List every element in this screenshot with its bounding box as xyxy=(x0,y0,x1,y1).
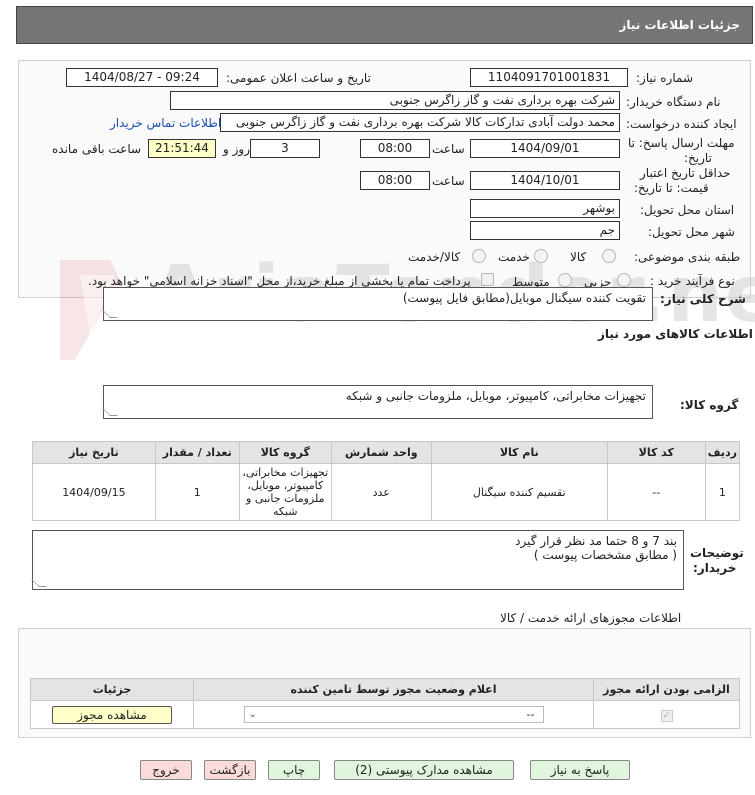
category-option-goods-service: کالا/خدمت xyxy=(408,250,461,264)
permits-table-header: الزامی بودن ارائه مجوز اعلام وضعیت مجوز … xyxy=(30,678,740,701)
permits-table-container: الزامی بودن ارائه مجوز اعلام وضعیت مجوز … xyxy=(30,678,740,729)
view-permit-button[interactable]: مشاهده مجوز xyxy=(52,705,172,724)
print-button[interactable]: چاپ xyxy=(268,760,320,780)
reply-button[interactable]: پاسخ به نیاز xyxy=(530,760,630,780)
cell-group: تجهیزات مخابراتی، کامپیوتر، موبایل، ملزو… xyxy=(238,463,332,521)
description-label: شرح کلی نیاز: xyxy=(660,292,746,306)
goods-group-label: گروه کالا: xyxy=(680,398,739,412)
buyer-notes-label-line2: خریدار: xyxy=(693,561,737,575)
buyer-notes-textarea: بند 7 و 8 حتما مد نظر قرار گیرد ( مطابق … xyxy=(31,530,684,590)
announce-date-label: تاریخ و ساعت اعلان عمومی: xyxy=(226,71,371,85)
province-label: استان محل تحویل: xyxy=(640,203,735,217)
category-label: طبقه بندی موضوعی: xyxy=(634,250,741,264)
resize-handle-icon[interactable] xyxy=(102,310,118,318)
buyer-notes-line-1: بند 7 و 8 حتما مد نظر قرار گیرد xyxy=(515,534,677,548)
items-table-container: ردیف کد کالا نام کالا واحد شمارش گروه کا… xyxy=(32,441,741,521)
col-name-header: نام کالا xyxy=(430,441,608,464)
table-row: ✓ -- ⌄ مشاهده مجوز xyxy=(30,700,740,729)
required-checkbox[interactable]: ✓ xyxy=(660,709,673,722)
days-remaining-field: 3 xyxy=(250,139,320,158)
col-group-header: گروه کالا xyxy=(238,441,332,464)
permits-section-title: اطلاعات مجوزهای ارائه خدمت / کالا xyxy=(500,611,682,625)
col-status-header: اعلام وضعیت مجوز توسط تامین کننده xyxy=(193,678,594,701)
view-attachments-button[interactable]: مشاهده مدارک پیوستی (2) xyxy=(334,760,514,780)
permit-status-value: -- xyxy=(526,708,535,721)
col-date-header: تاریخ نیاز xyxy=(32,441,156,464)
need-number-label: شماره نیاز: xyxy=(636,71,693,85)
cell-details: مشاهده مجوز xyxy=(30,700,194,729)
items-table-header: ردیف کد کالا نام کالا واحد شمارش گروه کا… xyxy=(32,441,741,464)
need-number-field: 1104091701001831 xyxy=(470,68,628,87)
col-unit-header: واحد شمارش xyxy=(330,441,432,464)
deadline-date-field: 1404/09/01 xyxy=(470,139,620,158)
category-option-service: خدمت xyxy=(498,250,530,264)
deadline-time-label: ساعت xyxy=(432,142,465,156)
chevron-down-icon: ⌄ xyxy=(248,709,257,720)
province-field: بوشهر xyxy=(470,199,620,218)
permits-table: الزامی بودن ارائه مجوز اعلام وضعیت مجوز … xyxy=(30,678,740,729)
items-table: ردیف کد کالا نام کالا واحد شمارش گروه کا… xyxy=(32,441,741,521)
validity-label-line2: قیمت: تا تاریخ: xyxy=(634,181,709,195)
creator-label: ایجاد کننده درخواست: xyxy=(626,117,737,131)
exit-button[interactable]: خروج xyxy=(140,760,192,780)
goods-group-text: تجهیزات مخابراتی، کامپیوتر، موبایل، ملزو… xyxy=(345,389,646,403)
col-qty-header: تعداد / مقدار xyxy=(154,441,240,464)
city-field: جم xyxy=(470,221,620,240)
cell-status: -- ⌄ xyxy=(193,700,594,729)
table-row: 1 -- تقسیم کننده سیگنال عدد تجهیزات مخاب… xyxy=(32,463,741,521)
cell-unit: عدد xyxy=(330,463,432,521)
announce-date-field: 1404/08/27 - 09:24 xyxy=(66,68,218,87)
col-required-header: الزامی بودن ارائه مجوز xyxy=(593,678,740,701)
resize-handle-icon[interactable] xyxy=(31,579,47,587)
category-radio-goods-service[interactable] xyxy=(472,249,486,263)
creator-field: محمد دولت آبادی تدارکات کالا شرکت بهره ب… xyxy=(220,113,620,132)
description-textarea: تقویت کننده سیگنال موبایل(مطابق فایل پیو… xyxy=(102,287,653,321)
col-code-header: کد کالا xyxy=(606,441,706,464)
page-header: جزئیات اطلاعات نیاز xyxy=(16,6,753,44)
cell-name: تقسیم کننده سیگنال xyxy=(430,463,608,521)
back-button[interactable]: بازگشت xyxy=(204,760,256,780)
deadline-label-line2: تاریخ: xyxy=(684,151,712,165)
buyer-contact-link[interactable]: اطلاعات تماس خریدار xyxy=(110,116,221,130)
treasury-payment-checkbox[interactable] xyxy=(481,273,494,286)
validity-time-field: 08:00 xyxy=(360,171,430,190)
city-label: شهر محل تحویل: xyxy=(648,225,735,239)
buyer-notes-line-2: ( مطابق مشخصات پیوست ) xyxy=(533,548,677,562)
buyer-notes-label-line1: توضیحات xyxy=(690,546,744,560)
cell-required: ✓ xyxy=(593,700,740,729)
process-type-label: نوع فرآیند خرید : xyxy=(650,274,735,288)
remaining-time-field: 21:51:44 xyxy=(148,139,216,158)
cell-date: 1404/09/15 xyxy=(32,463,156,521)
treasury-payment-text: پرداخت تمام یا بخشی از مبلغ خرید،از محل … xyxy=(88,274,471,288)
cell-qty: 1 xyxy=(154,463,240,521)
category-option-goods: کالا xyxy=(570,250,587,264)
goods-section-title: اطلاعات کالاهای مورد نیاز xyxy=(598,327,753,341)
deadline-label-line1: مهلت ارسال پاسخ: تا xyxy=(628,136,735,150)
remaining-time-label: ساعت باقی مانده xyxy=(52,142,142,156)
resize-handle-icon[interactable] xyxy=(102,408,118,416)
deadline-time-field: 08:00 xyxy=(360,139,430,158)
buyer-org-field: شرکت بهره برداری نفت و گاز زاگرس جنوبی xyxy=(170,91,620,110)
permit-status-select[interactable]: -- ⌄ xyxy=(243,706,544,723)
validity-label-line1: حداقل تاریخ اعتبار xyxy=(640,166,731,180)
cell-row: 1 xyxy=(704,463,741,521)
days-label: روز و xyxy=(223,142,250,156)
validity-time-label: ساعت xyxy=(432,174,465,188)
page-title: جزئیات اطلاعات نیاز xyxy=(619,18,740,32)
buyer-org-label: نام دستگاه خریدار: xyxy=(626,95,721,109)
goods-group-textarea: تجهیزات مخابراتی، کامپیوتر، موبایل، ملزو… xyxy=(102,385,653,419)
col-row-header: ردیف xyxy=(704,441,741,464)
cell-code: -- xyxy=(606,463,706,521)
category-radio-goods[interactable] xyxy=(602,249,616,263)
validity-date-field: 1404/10/01 xyxy=(470,171,620,190)
process-radio-medium[interactable] xyxy=(558,273,572,287)
process-radio-minor[interactable] xyxy=(617,273,631,287)
category-radio-service[interactable] xyxy=(534,249,548,263)
description-text: تقویت کننده سیگنال موبایل(مطابق فایل پیو… xyxy=(402,291,646,305)
col-details-header: جزئیات xyxy=(30,678,194,701)
